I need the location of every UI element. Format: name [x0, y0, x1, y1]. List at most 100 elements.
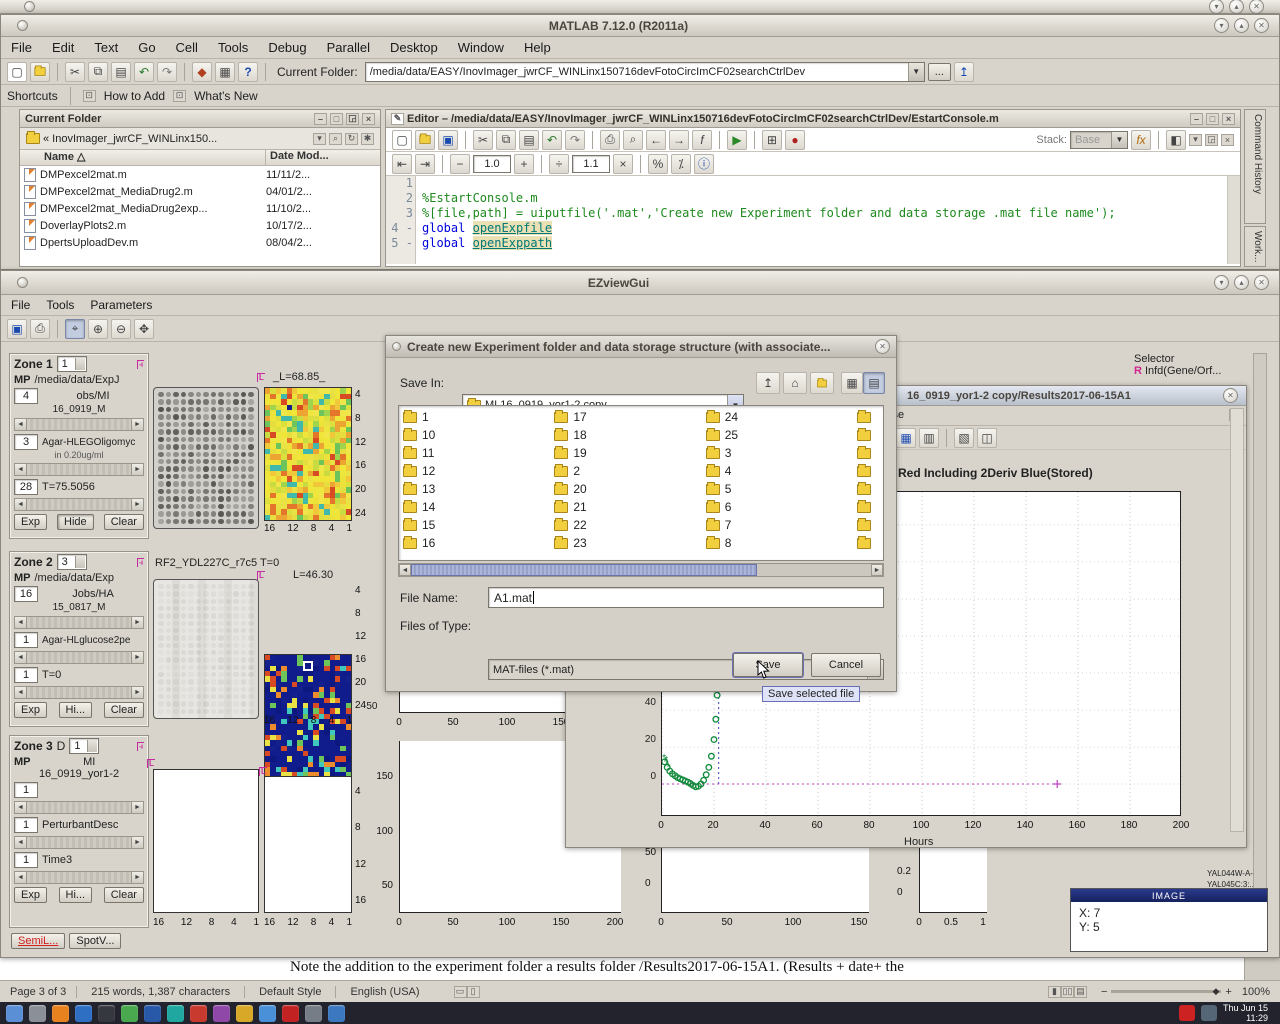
taskbar-app-icon[interactable] — [75, 1005, 92, 1022]
maximize-button[interactable]: ▴ — [1234, 18, 1249, 33]
search-icon[interactable]: ⌕ — [329, 133, 342, 145]
file-name-input[interactable]: A1.mat — [488, 587, 884, 608]
folder-item[interactable]: 7 — [706, 516, 853, 534]
media-value[interactable]: 1 — [14, 632, 38, 648]
file-row[interactable]: DpertsUploadDev.m 08/04/2... — [20, 234, 380, 251]
info-icon[interactable]: ⓘ — [694, 154, 714, 174]
time-value[interactable]: 1 — [14, 852, 38, 868]
function-icon[interactable]: f — [692, 130, 712, 150]
close-button[interactable]: ✕ — [1223, 388, 1238, 403]
exp-button[interactable]: Exp — [14, 514, 47, 530]
matlab-titlebar[interactable]: MATLAB 7.12.0 (R2011a) ▾ ▴ ✕ — [1, 15, 1279, 37]
page-indicator[interactable]: Page 3 of 3 — [0, 986, 76, 998]
taskbar-app-icon[interactable] — [236, 1005, 253, 1022]
file-row[interactable]: DoverlayPlots2.m 10/17/2... — [20, 217, 380, 234]
semilog-button[interactable]: SemiL... — [11, 933, 65, 949]
writer-scrollbar[interactable] — [1244, 955, 1280, 981]
folder-item[interactable]: 10 — [403, 426, 550, 444]
taskbar-app-icon[interactable] — [167, 1005, 184, 1022]
time-value[interactable]: 1 — [14, 667, 38, 683]
taskbar-app-icon[interactable] — [52, 1005, 69, 1022]
gene-label[interactable]: YAL044W-A-... — [1207, 869, 1260, 878]
folder-item[interactable]: 6 — [706, 498, 853, 516]
close-icon[interactable]: × — [1221, 134, 1234, 146]
undock-icon[interactable]: ◲ — [346, 113, 359, 125]
close-icon[interactable]: × — [1222, 113, 1235, 125]
folder-item[interactable]: 13 — [403, 480, 550, 498]
redo-icon[interactable]: ↷ — [565, 130, 585, 150]
maximize-icon[interactable]: □ — [1206, 113, 1219, 125]
details-view-icon[interactable]: ▤ — [863, 372, 885, 394]
column-header-date[interactable]: Date Mod... — [266, 150, 380, 165]
code-lines[interactable]: %EstartConsole.m %[file,path] = uiputfil… — [416, 176, 1227, 264]
folder-item[interactable]: 3 — [706, 444, 853, 462]
minimize-button[interactable]: ▾ — [1209, 0, 1224, 14]
datacursor-icon[interactable]: ⌖ — [65, 319, 85, 339]
folder-item[interactable]: 15 — [403, 516, 550, 534]
media-slider[interactable]: ◄► — [14, 836, 144, 849]
chevron-down-icon[interactable]: ▼ — [908, 63, 924, 81]
hide-button[interactable]: Hi... — [59, 887, 93, 903]
menu-item[interactable]: Window — [458, 40, 504, 55]
cut-icon[interactable]: ✂ — [473, 130, 493, 150]
menu-item[interactable]: Parallel — [327, 40, 370, 55]
menu-item[interactable]: Tools — [218, 40, 248, 55]
pan-hand-icon[interactable]: ✥ — [134, 319, 154, 339]
folder-item[interactable]: 14 — [403, 498, 550, 516]
mp-slider[interactable]: ◄► — [14, 616, 144, 629]
folder-icon[interactable] — [857, 520, 871, 531]
ezview-titlebar[interactable]: EZviewGui ▾ ▴ ✕ — [1, 271, 1279, 295]
chevron-down-icon[interactable]: ▼ — [1111, 132, 1127, 148]
folder-item[interactable]: 24 — [706, 408, 853, 426]
value-field-1[interactable]: 1.0 — [473, 155, 511, 173]
chevron-down-icon[interactable]: ▾ — [1189, 134, 1202, 146]
taskbar-app-icon[interactable] — [29, 1005, 46, 1022]
current-folder-combobox[interactable]: /media/data/EASY/InovImager_jwrCF_WINLin… — [365, 62, 925, 82]
maximize-button[interactable]: ▴ — [1234, 275, 1249, 290]
zone-spinner[interactable]: 1 — [57, 356, 87, 372]
file-row[interactable]: DMPexcel2mat.m 11/11/2... — [20, 166, 380, 183]
mp-slider[interactable]: ◄► — [14, 801, 144, 814]
forward-icon[interactable]: → — [669, 130, 689, 150]
drag-handle-icon[interactable]: ⫞ — [137, 558, 144, 567]
mp-value[interactable]: 16 — [14, 586, 38, 602]
menu-item[interactable]: Edit — [52, 40, 74, 55]
gear-icon[interactable]: ✱ — [361, 133, 374, 145]
time-slider[interactable]: ◄► — [14, 871, 144, 884]
menu-item[interactable]: Tools — [46, 298, 74, 312]
document-note-text[interactable]: Note the addition to the experiment fold… — [290, 959, 904, 976]
drag-handle-icon[interactable]: ⫞ — [137, 360, 144, 369]
menu-item[interactable]: File — [11, 298, 30, 312]
folder-item[interactable]: 4 — [706, 462, 853, 480]
close-icon[interactable]: × — [362, 113, 375, 125]
scroll-right-icon[interactable]: ► — [871, 564, 883, 576]
spotview-button[interactable]: SpotV... — [69, 933, 121, 949]
dock-icon[interactable]: – — [1190, 113, 1203, 125]
layout-icon[interactable]: ◧ — [1166, 130, 1186, 150]
help-icon[interactable]: ? — [238, 62, 258, 82]
folder-item[interactable]: 16 — [403, 534, 550, 552]
folder-icon[interactable] — [857, 502, 871, 513]
home-icon[interactable]: ⌂ — [783, 372, 807, 394]
chevron-down-icon[interactable]: ▾ — [313, 133, 326, 145]
taskbar-app-icon[interactable] — [121, 1005, 138, 1022]
minimize-button[interactable]: ▾ — [1214, 275, 1229, 290]
cell-icon[interactable]: ⊞ — [762, 130, 782, 150]
value-field-2[interactable]: 1.1 — [572, 155, 610, 173]
mp-slider[interactable]: ◄► — [14, 418, 144, 431]
simulink-icon[interactable]: ◆ — [192, 62, 212, 82]
save-icon[interactable]: ▣ — [7, 319, 27, 339]
folder-item[interactable]: 21 — [554, 498, 701, 516]
multiply-icon[interactable]: × — [613, 154, 633, 174]
editor-panel-header[interactable]: ✎ Editor – /media/data/EASY/InovImager_j… — [386, 110, 1240, 128]
close-button[interactable]: ✕ — [1254, 18, 1269, 33]
tab-workspace[interactable]: Work... — [1244, 226, 1266, 267]
window-menu-icon[interactable] — [17, 277, 28, 288]
print-icon[interactable]: ⎙ — [30, 319, 50, 339]
close-icon[interactable]: ✕ — [875, 339, 890, 354]
tray-network-icon[interactable] — [1201, 1005, 1217, 1021]
maximize-button[interactable]: ▴ — [1229, 0, 1244, 14]
menu-item[interactable]: Parameters — [90, 298, 152, 312]
folder-item[interactable]: 8 — [706, 534, 853, 552]
grid-view-icon[interactable]: ▦ — [896, 428, 916, 448]
